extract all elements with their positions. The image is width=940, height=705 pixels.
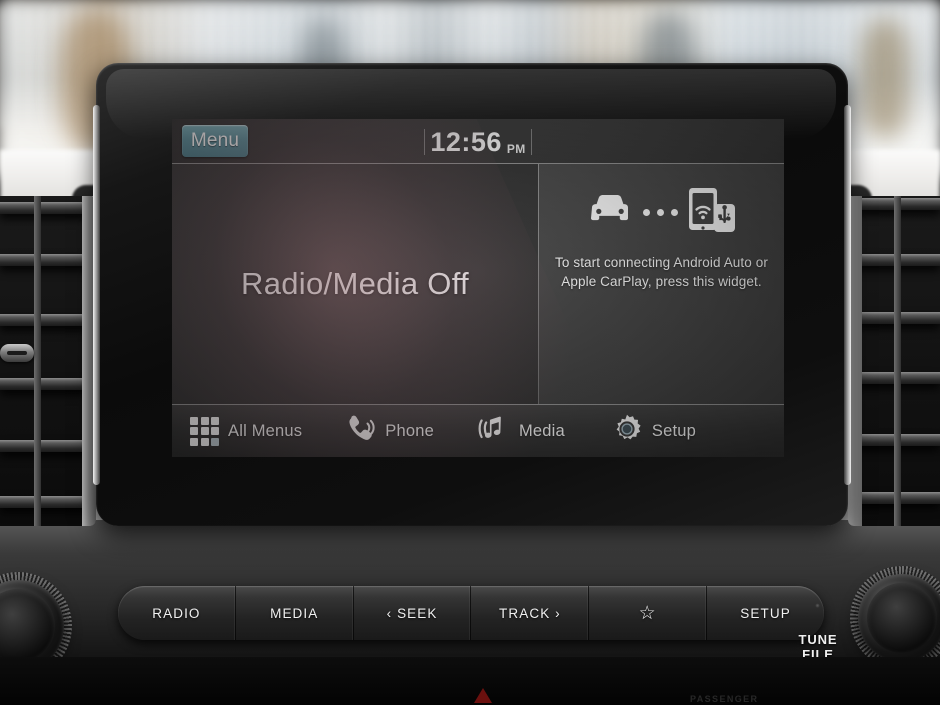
carplay-instruction-text: To start connecting Android Auto or Appl… [555,255,768,289]
screen-content: Radio/Media Off To start connecting Andr… [172,164,784,404]
hard-button-media[interactable]: MEDIA [236,586,354,640]
connection-icons [586,186,737,239]
radio-media-status-text: Radio/Media Off [241,266,469,301]
toolbar-label-phone: Phone [385,421,434,440]
star-favorite-icon: ☆ [638,602,657,624]
screen-toolbar: All Menus Phone Media Setup [172,404,784,457]
air-vent-right [848,196,940,526]
hazard-light-indicator[interactable] [474,688,492,703]
toolbar-item-setup[interactable]: Setup [611,413,696,450]
bezel-chrome-right [844,105,851,485]
toolbar-item-phone[interactable]: Phone [346,414,434,449]
toolbar-label-media: Media [518,421,565,440]
clock-time: 12:56 [430,126,502,157]
hard-button-bar: RADIO MEDIA ‹ SEEK TRACK › ☆ SETUP [118,586,824,640]
phone-handset-icon [346,414,376,449]
hard-button-track[interactable]: TRACK › [471,586,590,640]
infotainment-screen[interactable]: Menu 12:56 PM Radio/Media Off To start c… [172,119,784,457]
clock-separator-right [530,129,532,155]
toolbar-label-all-menus: All Menus [228,421,303,440]
hard-button-radio[interactable]: RADIO [118,586,236,640]
tune-file-knob[interactable] [858,574,940,662]
toolbar-label-setup: Setup [651,421,697,440]
toolbar-item-media[interactable]: Media [478,414,565,449]
tune-label-line1: TUNE [798,632,838,647]
status-bar: Menu 12:56 PM [172,119,784,164]
toolbar-item-all-menus[interactable]: All Menus [190,416,303,446]
background-blur-object-4 [860,18,910,138]
vent-direction-wheel-left[interactable] [0,344,34,362]
passenger-airbag-label: PASSENGER [690,694,759,704]
clock-separator-left [424,129,426,155]
status-led [815,603,820,608]
media-music-note-icon [478,414,510,449]
connection-dots-icon [643,209,678,216]
bezel-chrome-left [93,105,100,485]
clock: 12:56 PM [172,123,784,161]
clock-ampm: PM [506,142,526,156]
radio-media-panel[interactable]: Radio/Media Off [172,164,538,404]
all-menus-grid-icon [190,416,219,446]
lower-console-strip: PASSENGER [0,657,940,705]
car-icon [586,193,634,232]
carplay-android-auto-widget[interactable]: To start connecting Android Auto or Appl… [539,164,784,404]
phone-wifi-usb-icon [687,186,737,239]
hard-button-seek[interactable]: ‹ SEEK [354,586,472,640]
air-vent-left [0,196,96,526]
hard-button-favorite[interactable]: ☆ [589,586,708,640]
head-unit-bezel: Menu 12:56 PM Radio/Media Off To start c… [93,63,851,526]
setup-gear-icon [611,413,643,450]
